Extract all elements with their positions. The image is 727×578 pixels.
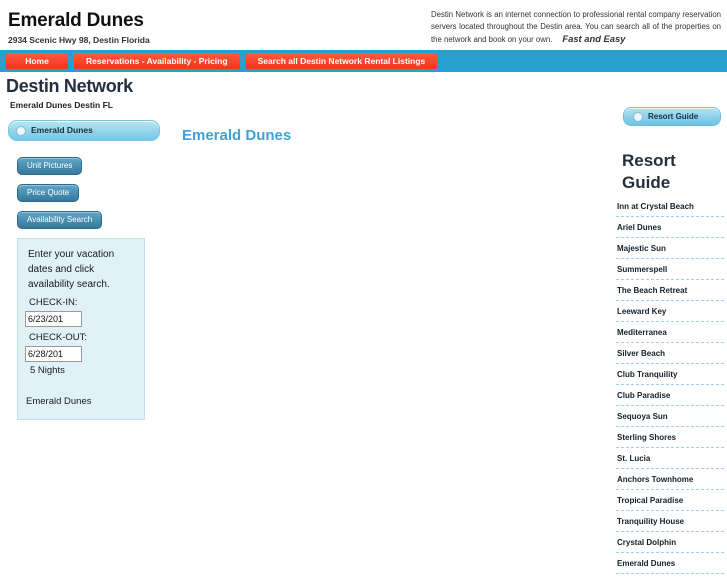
availability-search-button[interactable]: Availability Search — [17, 211, 103, 229]
property-selector-label: Emerald Dunes — [31, 125, 93, 135]
resort-link[interactable]: Emerald Dunes — [617, 557, 724, 570]
header-tagline: Fast and Easy — [562, 33, 626, 45]
resort-link[interactable]: Club Paradise — [617, 389, 724, 402]
list-item[interactable]: Ariel Dunes — [616, 221, 724, 238]
nav-item-home[interactable]: Home — [6, 53, 68, 69]
selected-resort-name: Emerald Dunes — [26, 396, 92, 407]
resort-link[interactable]: Anchors Townhome — [617, 473, 724, 486]
list-item[interactable]: Silver Beach — [616, 347, 724, 364]
nav-item-reservations[interactable]: Reservations - Availability - Pricing — [74, 53, 240, 69]
header-description: Destin Network is an internet connection… — [431, 9, 721, 47]
list-item[interactable]: Mediterranea — [616, 326, 724, 343]
checkout-label: CHECK-OUT: — [29, 332, 88, 343]
page-subtitle: Emerald Dunes Destin FL — [10, 100, 113, 110]
action-button-stack: Unit Pictures Price Quote Availability S… — [17, 157, 180, 229]
nav-button-group: Home Reservations - Availability - Prici… — [6, 53, 438, 69]
list-item[interactable]: Leeward Key — [616, 305, 724, 322]
site-header: Emerald Dunes 2934 Scenic Hwy 98, Destin… — [0, 0, 727, 50]
list-item[interactable]: Club Paradise — [616, 389, 724, 406]
checkout-date-input[interactable] — [25, 346, 82, 362]
resort-link[interactable]: Tropical Paradise — [617, 494, 724, 507]
list-item[interactable]: Tranquility House — [616, 515, 724, 532]
list-item[interactable]: Emerald Dunes — [616, 557, 724, 574]
resort-link[interactable]: Silver Beach — [617, 347, 724, 360]
list-item[interactable]: Sequoya Sun — [616, 410, 724, 427]
radio-icon — [16, 126, 26, 136]
resort-link[interactable]: Club Tranquility — [617, 368, 724, 381]
resort-link[interactable]: Majestic Sun — [617, 242, 724, 255]
list-item[interactable]: Summerspell — [616, 263, 724, 280]
list-item[interactable]: Inn at Crystal Beach — [616, 200, 724, 217]
resort-link[interactable]: Sequoya Sun — [617, 410, 724, 423]
unit-pictures-button[interactable]: Unit Pictures — [17, 157, 83, 175]
checkin-date-input[interactable] — [25, 311, 82, 327]
brand-block: Emerald Dunes 2934 Scenic Hwy 98, Destin… — [8, 10, 150, 45]
resort-guide-toggle[interactable]: Resort Guide — [623, 107, 721, 126]
resort-guide-title: Resort Guide — [622, 151, 676, 192]
page-title: Destin Network — [6, 76, 133, 96]
list-item[interactable]: Majestic Sun — [616, 242, 724, 259]
main-content: Emerald Dunes — [182, 120, 592, 144]
price-quote-button[interactable]: Price Quote — [17, 184, 80, 202]
left-sidebar: Emerald Dunes Unit Pictures Price Quote … — [0, 120, 180, 420]
brand-address: 2934 Scenic Hwy 98, Destin Florida — [8, 35, 150, 45]
list-item[interactable]: Sterling Shores — [616, 431, 724, 448]
resort-link[interactable]: Mediterranea — [617, 326, 724, 339]
resort-link[interactable]: Ariel Dunes — [617, 221, 724, 234]
resort-guide-list: Inn at Crystal Beach Ariel Dunes Majesti… — [616, 200, 724, 578]
list-item[interactable]: St. Lucia — [616, 452, 724, 469]
resort-link[interactable]: Sterling Shores — [617, 431, 724, 444]
property-selector-emerald-dunes[interactable]: Emerald Dunes — [8, 120, 160, 141]
list-item[interactable]: The Beach Retreat — [616, 284, 724, 301]
brand-title: Emerald Dunes — [8, 10, 144, 31]
resort-link[interactable]: The Beach Retreat — [617, 284, 724, 297]
content-heading: Emerald Dunes — [182, 127, 292, 144]
vacation-dates-panel: Enter your vacation dates and click avai… — [17, 238, 145, 420]
radio-icon — [633, 112, 643, 122]
resort-link[interactable]: Tranquility House — [617, 515, 724, 528]
resort-link[interactable]: Leeward Key — [617, 305, 724, 318]
vacation-instructions: Enter your vacation dates and click avai… — [28, 249, 115, 290]
page-body: Destin Network Emerald Dunes Destin FL E… — [0, 72, 727, 574]
checkin-label: CHECK-IN: — [29, 297, 78, 308]
main-navigation-bar: Home Reservations - Availability - Prici… — [0, 50, 727, 72]
list-item[interactable]: Club Tranquility — [616, 368, 724, 385]
resort-link[interactable]: Summerspell — [617, 263, 724, 276]
resort-link[interactable]: Crystal Dolphin — [617, 536, 724, 549]
resort-link[interactable]: Inn at Crystal Beach — [617, 200, 724, 213]
list-item[interactable]: Tropical Paradise — [616, 494, 724, 511]
resort-guide-toggle-label: Resort Guide — [648, 111, 699, 121]
resort-link[interactable]: St. Lucia — [617, 452, 724, 465]
nav-item-search-listings[interactable]: Search all Destin Network Rental Listing… — [245, 53, 438, 69]
list-item[interactable]: Anchors Townhome — [616, 473, 724, 490]
nights-count: 5 Nights — [30, 365, 65, 376]
